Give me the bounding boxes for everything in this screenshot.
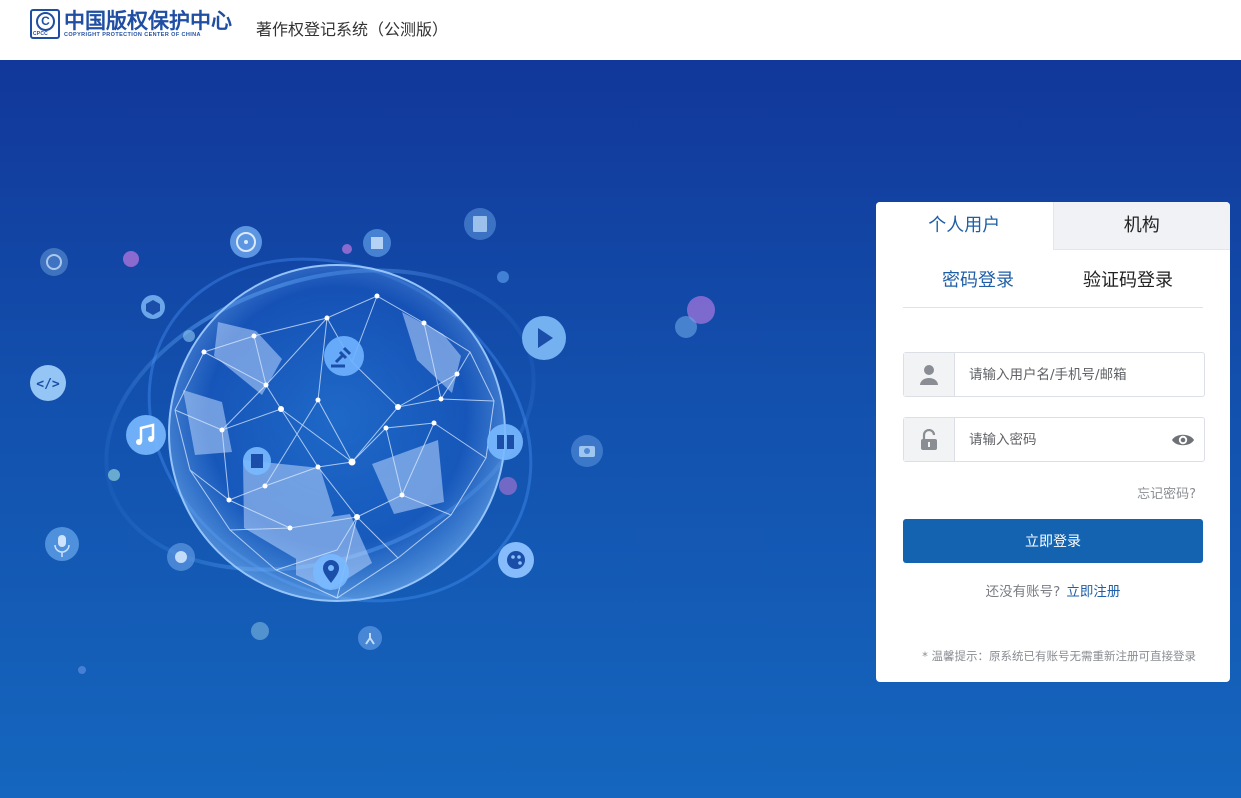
register-prompt: 还没有账号? 立即注册 xyxy=(876,580,1230,600)
copyright-logo-icon: C CPCC xyxy=(30,9,60,39)
user-icon xyxy=(904,353,955,396)
login-card: 个人用户 机构 密码登录 验证码登录 忘记密码? 立即登录 还没有账号? 立即注册 xyxy=(876,202,1230,682)
no-account-text: 还没有账号? xyxy=(985,584,1061,600)
mask-icon xyxy=(167,543,195,571)
book-icon xyxy=(487,424,523,460)
eye-icon[interactable] xyxy=(1162,418,1204,461)
system-title: 著作权登记系统（公测版） xyxy=(256,20,449,39)
location-icon xyxy=(313,554,349,590)
register-link[interactable]: 立即注册 xyxy=(1066,584,1120,600)
tab-organization[interactable]: 机构 xyxy=(1052,202,1230,250)
logo-english-name: COPYRIGHT PROTECTION CENTER OF CHINA xyxy=(64,31,201,38)
camera-icon xyxy=(571,435,603,467)
film-reel-icon xyxy=(230,226,262,258)
building-icon xyxy=(363,229,391,257)
top-header: C CPCC 中国版权保护中心 COPYRIGHT PROTECTION CEN… xyxy=(0,0,1241,60)
login-button[interactable]: 立即登录 xyxy=(903,519,1203,563)
code-icon: </> xyxy=(30,365,66,401)
tab-password-login[interactable]: 密码登录 xyxy=(903,250,1053,307)
image-icon xyxy=(464,208,496,240)
notebook-icon xyxy=(243,447,271,475)
lock-icon xyxy=(904,418,955,461)
dancer-icon xyxy=(358,626,382,650)
login-method-tabs: 密码登录 验证码登录 xyxy=(903,250,1203,308)
microphone-icon xyxy=(45,527,79,561)
compass-icon xyxy=(40,248,68,276)
svg-text:</>: </> xyxy=(36,377,60,392)
music-icon xyxy=(126,415,166,455)
logo-chinese-name: 中国版权保护中心 xyxy=(64,8,232,33)
warm-tip: * 温馨提示：原系统已有账号无需重新注册可直接登录 xyxy=(922,649,1196,663)
tab-personal-user[interactable]: 个人用户 xyxy=(876,202,1053,250)
palette-icon xyxy=(498,542,534,578)
play-icon xyxy=(522,316,566,360)
cube-icon xyxy=(141,295,165,319)
cpcc-logo[interactable]: C CPCC 中国版权保护中心 COPYRIGHT PROTECTION CEN… xyxy=(30,9,232,39)
user-type-tabs: 个人用户 机构 xyxy=(876,202,1230,250)
tab-code-login[interactable]: 验证码登录 xyxy=(1053,250,1203,307)
hero-banner: </> 个人用户 机构 密码登录 验证码登录 请输入用户名/手机号/邮箱 忘记密… xyxy=(0,60,1241,798)
password-input[interactable] xyxy=(955,418,1162,461)
username-field xyxy=(903,352,1205,397)
username-input[interactable] xyxy=(955,353,1204,396)
forgot-password-link[interactable]: 忘记密码? xyxy=(1137,483,1196,502)
gavel-icon xyxy=(324,336,364,376)
password-field xyxy=(903,417,1205,462)
